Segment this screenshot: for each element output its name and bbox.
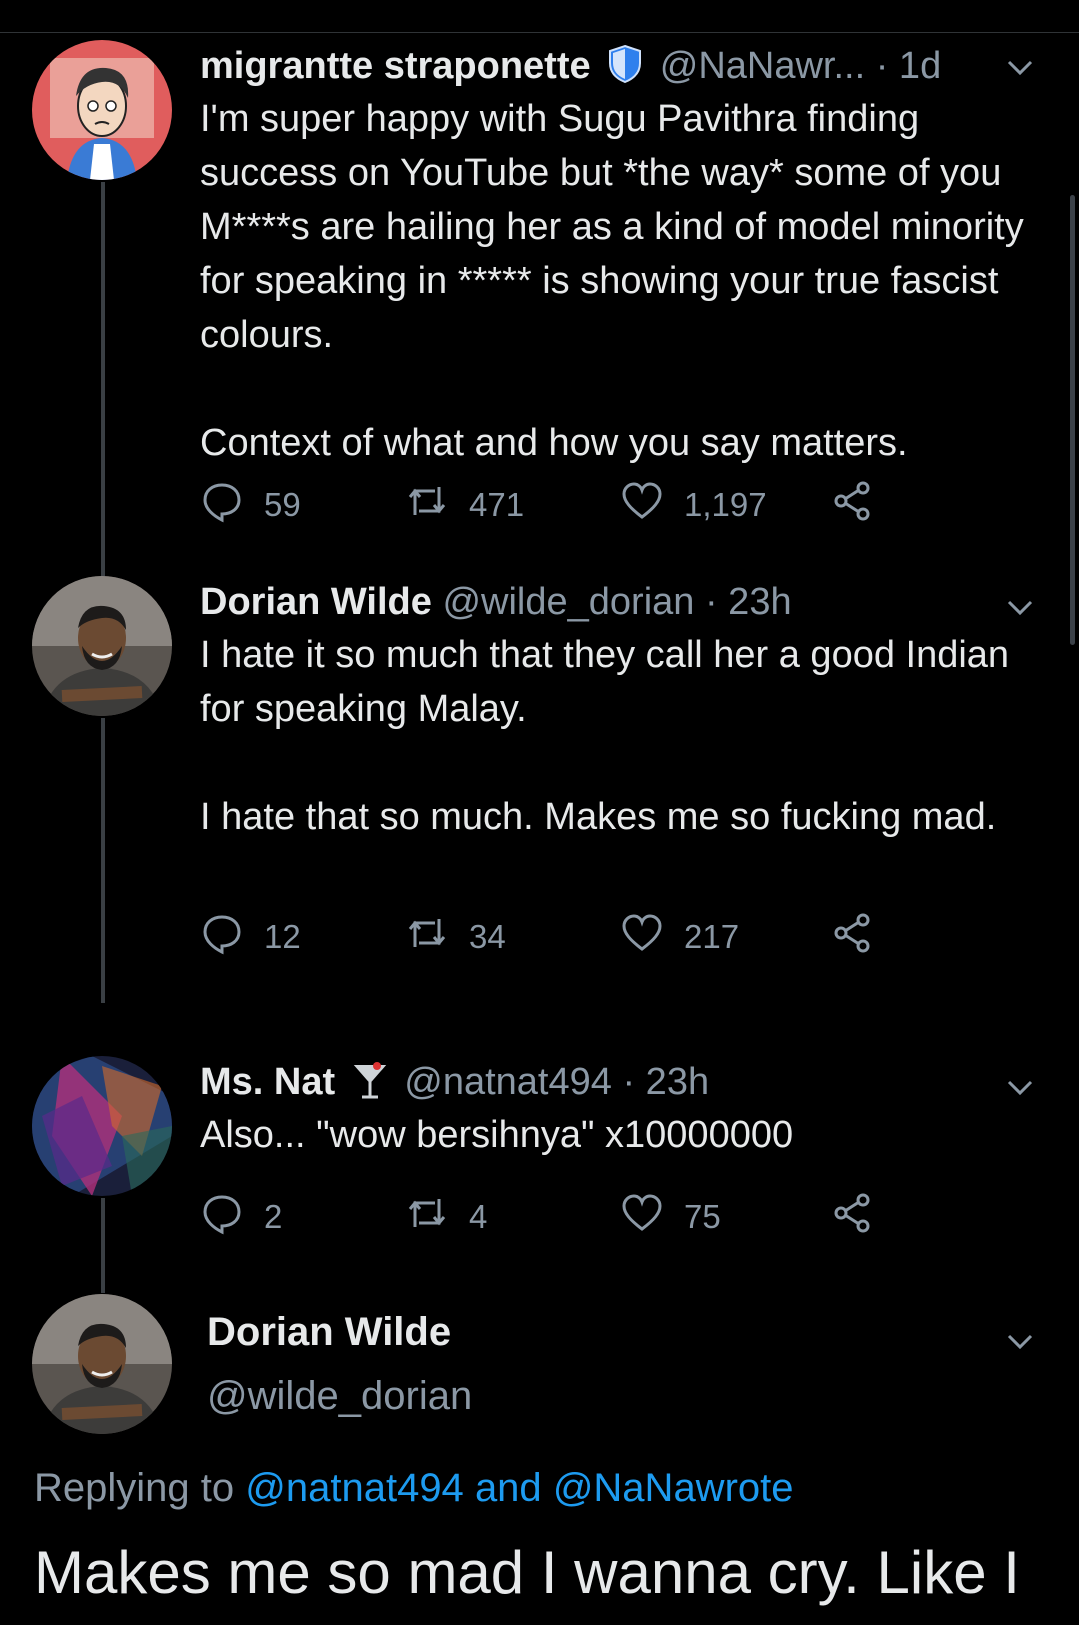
- user-handle[interactable]: @natnat494: [404, 1061, 612, 1103]
- mention-link[interactable]: @natnat494: [245, 1466, 464, 1510]
- reply-count: 59: [264, 486, 301, 523]
- replying-to: Replying to @natnat494 and @NaNawrote: [34, 1466, 794, 1511]
- timestamp[interactable]: · 1d: [876, 45, 941, 87]
- retweet-count: 471: [469, 486, 525, 523]
- thread-line: [101, 1198, 105, 1293]
- retweet-button[interactable]: 34: [405, 912, 506, 962]
- avatar[interactable]: [32, 1056, 172, 1196]
- retweet-button[interactable]: 4: [405, 1192, 487, 1242]
- retweet-icon: [405, 479, 469, 531]
- tweet-paragraph: Context of what and how you say matters.: [200, 422, 908, 464]
- top-divider: [0, 32, 1079, 33]
- reply-icon: [200, 479, 264, 531]
- reply-button[interactable]: 12: [200, 912, 301, 962]
- tweet-header: migrantte straponette @NaNawr... · 1d: [200, 40, 941, 98]
- share-icon: [830, 1191, 894, 1243]
- user-handle[interactable]: @wilde_dorian: [442, 581, 694, 623]
- like-icon: [620, 911, 684, 963]
- like-button[interactable]: 75: [620, 1192, 721, 1242]
- retweet-icon: [405, 1191, 469, 1243]
- display-name[interactable]: Ms. Nat: [200, 1061, 335, 1103]
- share-icon: [830, 479, 894, 531]
- chevron-down-icon[interactable]: [1003, 590, 1037, 624]
- like-button[interactable]: 1,197: [620, 480, 767, 530]
- tweet-paragraph: Also... "wow bersihnya" x10000000: [200, 1114, 794, 1156]
- thread-line: [101, 718, 105, 1003]
- thread-line: [101, 182, 105, 612]
- reply-button[interactable]: 2: [200, 1192, 282, 1242]
- retweet-button[interactable]: 471: [405, 480, 524, 530]
- cocktail-icon: [352, 1060, 388, 1114]
- chevron-down-icon[interactable]: [1003, 1070, 1037, 1104]
- avatar[interactable]: [32, 1294, 172, 1434]
- tweet-paragraph: I hate it so much that they call her a g…: [200, 634, 1010, 730]
- timestamp[interactable]: · 23h: [705, 581, 792, 623]
- reply-button[interactable]: 59: [200, 480, 301, 530]
- share-button[interactable]: [830, 912, 894, 962]
- display-name[interactable]: Dorian Wilde: [207, 1310, 451, 1355]
- user-handle[interactable]: @NaNawr...: [660, 45, 865, 87]
- action-bar: 2 4 75: [200, 1192, 920, 1242]
- shield-icon: [607, 44, 643, 98]
- tweet-paragraph: I'm super happy with Sugu Pavithra findi…: [200, 98, 1024, 356]
- like-button[interactable]: 217: [620, 912, 739, 962]
- display-name[interactable]: Dorian Wilde: [200, 581, 432, 623]
- share-icon: [830, 911, 894, 963]
- action-bar: 59 471 1,197: [200, 480, 920, 530]
- tweet-paragraph: I hate that so much. Makes me so fucking…: [200, 796, 997, 838]
- user-handle[interactable]: @wilde_dorian: [207, 1374, 472, 1419]
- like-count: 217: [684, 918, 740, 955]
- retweet-icon: [405, 911, 469, 963]
- replying-prefix: Replying to: [34, 1466, 235, 1510]
- tweet-text: I hate it so much that they call her a g…: [200, 628, 1050, 844]
- replying-and: and: [474, 1466, 542, 1510]
- tweet-text: I'm super happy with Sugu Pavithra findi…: [200, 92, 1050, 470]
- reply-icon: [200, 1191, 264, 1243]
- action-bar: 12 34 217: [200, 912, 920, 962]
- reply-count: 2: [264, 1198, 283, 1235]
- share-button[interactable]: [830, 1192, 894, 1242]
- scrollbar[interactable]: [1070, 195, 1075, 645]
- tweet-header: Ms. Nat @natnat494 · 23h: [200, 1056, 709, 1114]
- retweet-count: 4: [469, 1198, 488, 1235]
- mention-link[interactable]: @NaNawrote: [553, 1466, 794, 1510]
- share-button[interactable]: [830, 480, 894, 530]
- display-name[interactable]: migrantte straponette: [200, 45, 591, 87]
- chevron-down-icon[interactable]: [1003, 1324, 1037, 1358]
- avatar[interactable]: [32, 40, 172, 180]
- reply-count: 12: [264, 918, 301, 955]
- tweet-header: Dorian Wilde @wilde_dorian · 23h: [200, 576, 792, 628]
- reply-icon: [200, 911, 264, 963]
- chevron-down-icon[interactable]: [1003, 50, 1037, 84]
- like-icon: [620, 479, 684, 531]
- like-icon: [620, 1191, 684, 1243]
- tweet-text: Also... "wow bersihnya" x10000000: [200, 1108, 1050, 1162]
- focused-tweet-text: Makes me so mad I wanna cry. Like I: [34, 1539, 1020, 1606]
- like-count: 75: [684, 1198, 721, 1235]
- avatar[interactable]: [32, 576, 172, 716]
- retweet-count: 34: [469, 918, 506, 955]
- like-count: 1,197: [684, 486, 767, 523]
- timestamp[interactable]: · 23h: [622, 1061, 709, 1103]
